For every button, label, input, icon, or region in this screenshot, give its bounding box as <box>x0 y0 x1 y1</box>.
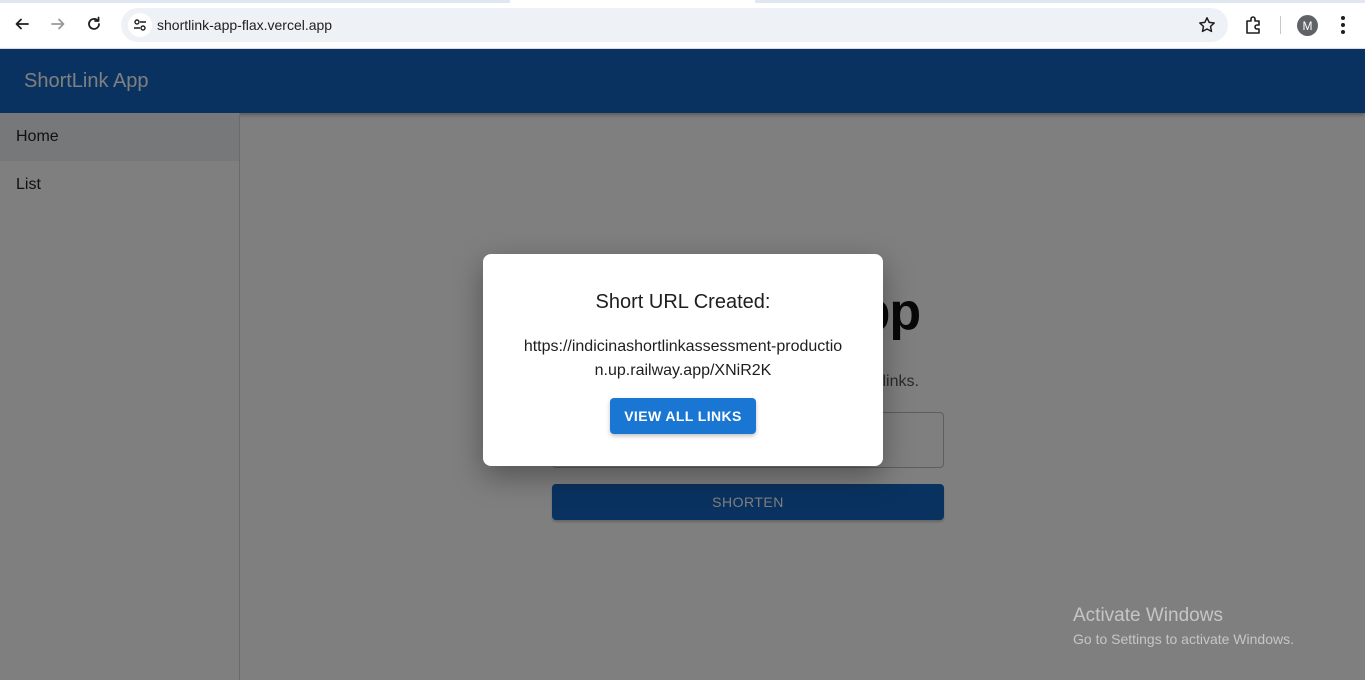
browser-menu-icon[interactable] <box>1333 14 1353 36</box>
arrow-right-icon <box>51 18 65 30</box>
toolbar-divider <box>1280 16 1281 34</box>
dialog-title: Short URL Created: <box>595 291 771 313</box>
browser-toolbar: shortlink-app-flax.vercel.app M <box>0 0 1365 49</box>
arrow-left-icon <box>15 18 29 30</box>
bookmark-star-icon[interactable] <box>1198 16 1216 34</box>
tab-strip-edge <box>0 0 510 3</box>
short-url-dialog: Short URL Created: https://indicinashort… <box>483 254 883 466</box>
address-bar[interactable]: shortlink-app-flax.vercel.app <box>121 8 1228 42</box>
profile-avatar[interactable]: M <box>1297 15 1318 36</box>
watermark-line: Go to Settings to activate Windows. <box>1073 631 1294 647</box>
reload-button[interactable] <box>79 9 109 39</box>
windows-activation-watermark: Activate Windows Go to Settings to activ… <box>1073 605 1294 647</box>
short-url-text: https://indicinashortlinkassessment-prod… <box>523 338 843 379</box>
forward-button[interactable] <box>43 9 73 39</box>
watermark-line: Activate Windows <box>1073 605 1223 626</box>
back-button[interactable] <box>7 9 37 39</box>
site-info-icon[interactable] <box>128 13 152 37</box>
reload-icon <box>88 16 100 30</box>
tab-strip-edge <box>755 0 1365 3</box>
tune-icon <box>134 19 146 31</box>
url-text[interactable]: shortlink-app-flax.vercel.app <box>157 17 332 33</box>
view-all-links-button[interactable]: VIEW ALL LINKS <box>610 398 756 434</box>
extensions-puzzle-icon[interactable] <box>1243 14 1265 36</box>
